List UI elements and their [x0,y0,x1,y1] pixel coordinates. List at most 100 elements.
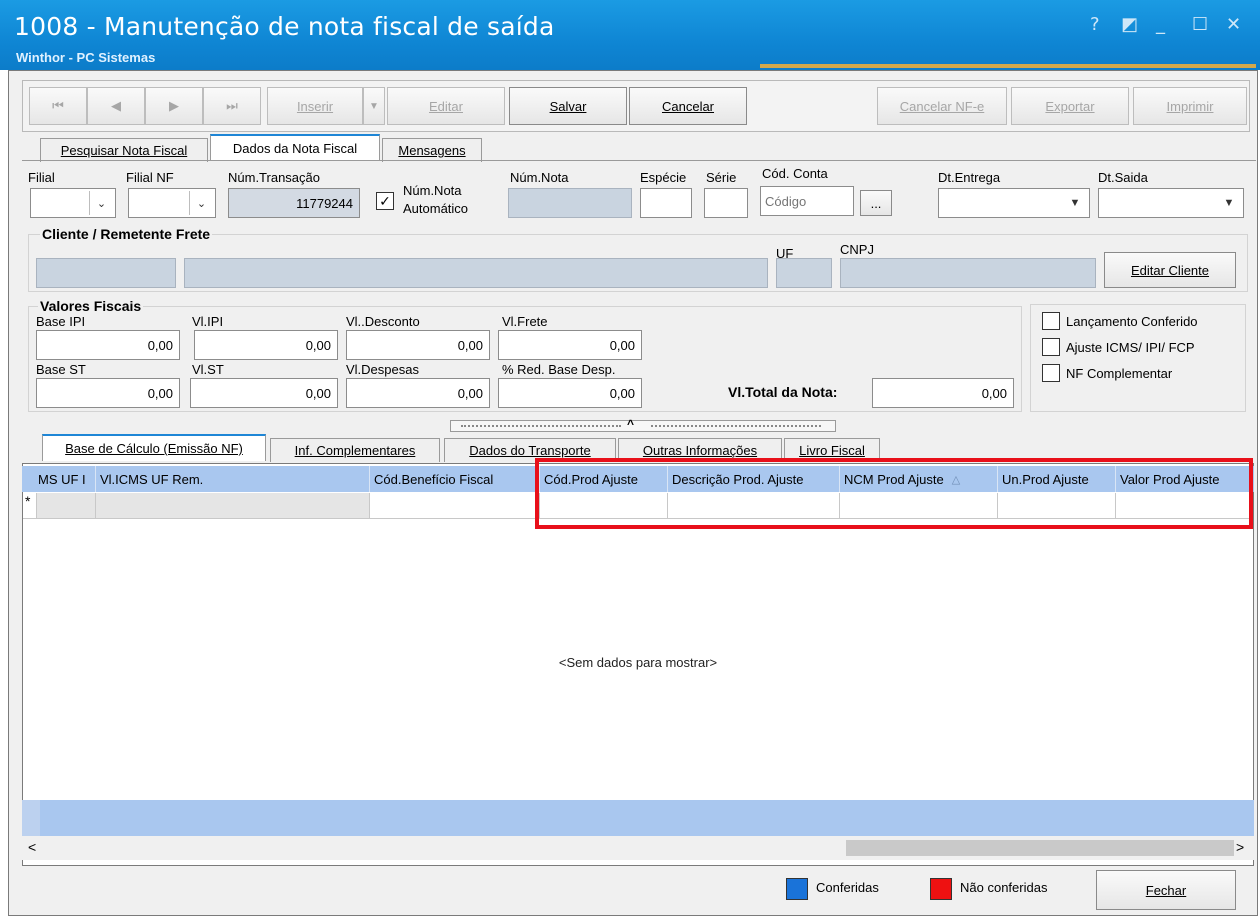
grid-cell[interactable] [37,493,96,519]
chevron-down-icon[interactable]: ▼ [1217,191,1241,215]
vl-despesas-field[interactable]: 0,00 [346,378,490,408]
highlight-box [535,458,1253,529]
minimize-icon[interactable]: _ [1156,14,1165,35]
tab-inf-complementares[interactable]: Inf. Complementares [270,438,440,462]
cliente-title: Cliente / Remetente Frete [40,226,213,242]
grid-cell[interactable] [370,493,540,519]
vl-ipi-value: 0,00 [305,337,331,353]
grid-footer [22,800,1254,836]
scroll-left-icon[interactable]: < [28,839,36,855]
vl-despesas-value: 0,00 [457,385,483,401]
next-record-button[interactable]: ▶ [145,87,203,125]
dt-entrega-picker[interactable]: ▼ [938,188,1090,218]
especie-field[interactable] [640,188,692,218]
inserir-button[interactable]: Inserir [267,87,363,125]
filial-combo[interactable]: ⌄ [30,188,116,218]
nf-complementar-checkbox[interactable] [1042,364,1060,382]
fechar-button[interactable]: Fechar [1096,870,1236,910]
vl-desconto-field[interactable]: 0,00 [346,330,490,360]
num-transacao-value: 11779244 [296,195,353,211]
prev-record-button[interactable]: ◀ [87,87,145,125]
tab-dados-da-nota-fiscal[interactable]: Dados da Nota Fiscal [210,134,380,161]
cancelar-label: Cancelar [661,98,715,114]
dt-saida-picker[interactable]: ▼ [1098,188,1244,218]
tab-divider [22,160,1256,161]
salvar-button[interactable]: Salvar [509,87,627,125]
cliente-codigo-field [36,258,176,288]
editar-cliente-button[interactable]: Editar Cliente [1104,252,1236,288]
splitter-handle[interactable]: ^ [450,417,836,432]
vl-frete-label: Vl.Frete [502,314,548,329]
column-header[interactable]: Vl.ICMS UF Rem. [96,466,370,492]
num-transacao-label: Núm.Transação [228,170,320,185]
scroll-right-icon[interactable]: > [1236,839,1244,855]
footer-indicator [22,800,40,836]
grid-cell[interactable] [96,493,370,519]
chevron-down-icon[interactable]: ▼ [1063,191,1087,215]
cancelar-nfe-label: Cancelar NF-e [899,98,985,114]
first-icon: ⏮ [52,98,64,113]
horizontal-scrollbar[interactable]: < > [22,836,1254,860]
vl-st-field[interactable]: 0,00 [190,378,338,408]
close-icon[interactable]: ✕ [1226,14,1241,35]
ajuste-icms-label: Ajuste ICMS/ IPI/ FCP [1066,340,1195,355]
salvar-label: Salvar [549,98,587,114]
splitter-grip-right [651,425,821,427]
editar-button[interactable]: Editar [387,87,505,125]
num-transacao-field: 11779244 [228,188,360,218]
vl-frete-field[interactable]: 0,00 [498,330,642,360]
num-nota-automatico-label-2: Automático [403,201,469,216]
base-ipi-field[interactable]: 0,00 [36,330,180,360]
chevron-down-icon[interactable]: ⌄ [89,191,113,215]
column-header[interactable]: MS UF I [34,466,96,492]
vl-st-label: Vl.ST [192,362,224,377]
lancamento-conferido-checkbox[interactable] [1042,312,1060,330]
valores-fiscais-title: Valores Fiscais [38,298,144,314]
cancelar-button[interactable]: Cancelar [629,87,747,125]
last-icon: ⏭ [226,98,238,113]
dt-entrega-label: Dt.Entrega [938,170,1001,185]
cancelar-nfe-button[interactable]: Cancelar NF-e [877,87,1007,125]
serie-label: Série [706,170,737,185]
restore-layout-icon[interactable]: ◩ [1121,14,1138,35]
maximize-icon[interactable]: ☐ [1192,14,1208,35]
red-base-desp-field[interactable]: 0,00 [498,378,642,408]
cod-conta-input[interactable] [760,186,854,216]
lancamento-conferido-label: Lançamento Conferido [1066,314,1198,329]
last-record-button[interactable]: ⏭ [203,87,261,125]
vl-ipi-field[interactable]: 0,00 [194,330,338,360]
tab-label: Base de Cálculo (Emissão NF) [65,441,243,456]
help-icon[interactable]: ? [1090,14,1100,35]
editar-cliente-label: Editar Cliente [1130,262,1210,278]
exportar-label: Exportar [1045,98,1095,114]
first-record-button[interactable]: ⏮ [29,87,87,125]
splitter-collapse-icon[interactable]: ^ [627,417,634,431]
tab-label: Dados da Nota Fiscal [232,141,358,156]
tab-pesquisar-nota-fiscal[interactable]: Pesquisar Nota Fiscal [40,138,208,162]
chevron-down-icon[interactable]: ⌄ [189,191,213,215]
exportar-button[interactable]: Exportar [1011,87,1129,125]
vl-ipi-label: Vl.IPI [192,314,224,329]
legend-swatch-nao-conferidas [930,878,952,900]
imprimir-label: Imprimir [1166,98,1214,114]
ajuste-icms-checkbox[interactable] [1042,338,1060,356]
tab-mensagens[interactable]: Mensagens [382,138,482,162]
inserir-dropdown-button[interactable]: ▼ [363,87,385,125]
new-row-indicator: * [23,493,37,519]
next-icon: ▶ [169,98,179,113]
column-header[interactable]: Cód.Benefício Fiscal [370,466,540,492]
editar-label: Editar [429,98,463,114]
tab-base-de-calculo[interactable]: Base de Cálculo (Emissão NF) [42,434,266,461]
tab-label: Livro Fiscal [799,443,865,458]
scrollbar-thumb[interactable] [846,840,1234,856]
imprimir-button[interactable]: Imprimir [1133,87,1247,125]
filial-nf-label: Filial NF [126,170,174,185]
title-bar: 1008 - Manutenção de nota fiscal de saíd… [0,0,1260,70]
serie-field[interactable] [704,188,748,218]
num-nota-automatico-checkbox[interactable]: ✓ [376,192,394,210]
base-st-field[interactable]: 0,00 [36,378,180,408]
cod-conta-browse-button[interactable]: ... [860,190,892,216]
filial-nf-combo[interactable]: ⌄ [128,188,216,218]
inserir-label: Inserir [296,98,334,114]
dt-saida-label: Dt.Saida [1098,170,1148,185]
